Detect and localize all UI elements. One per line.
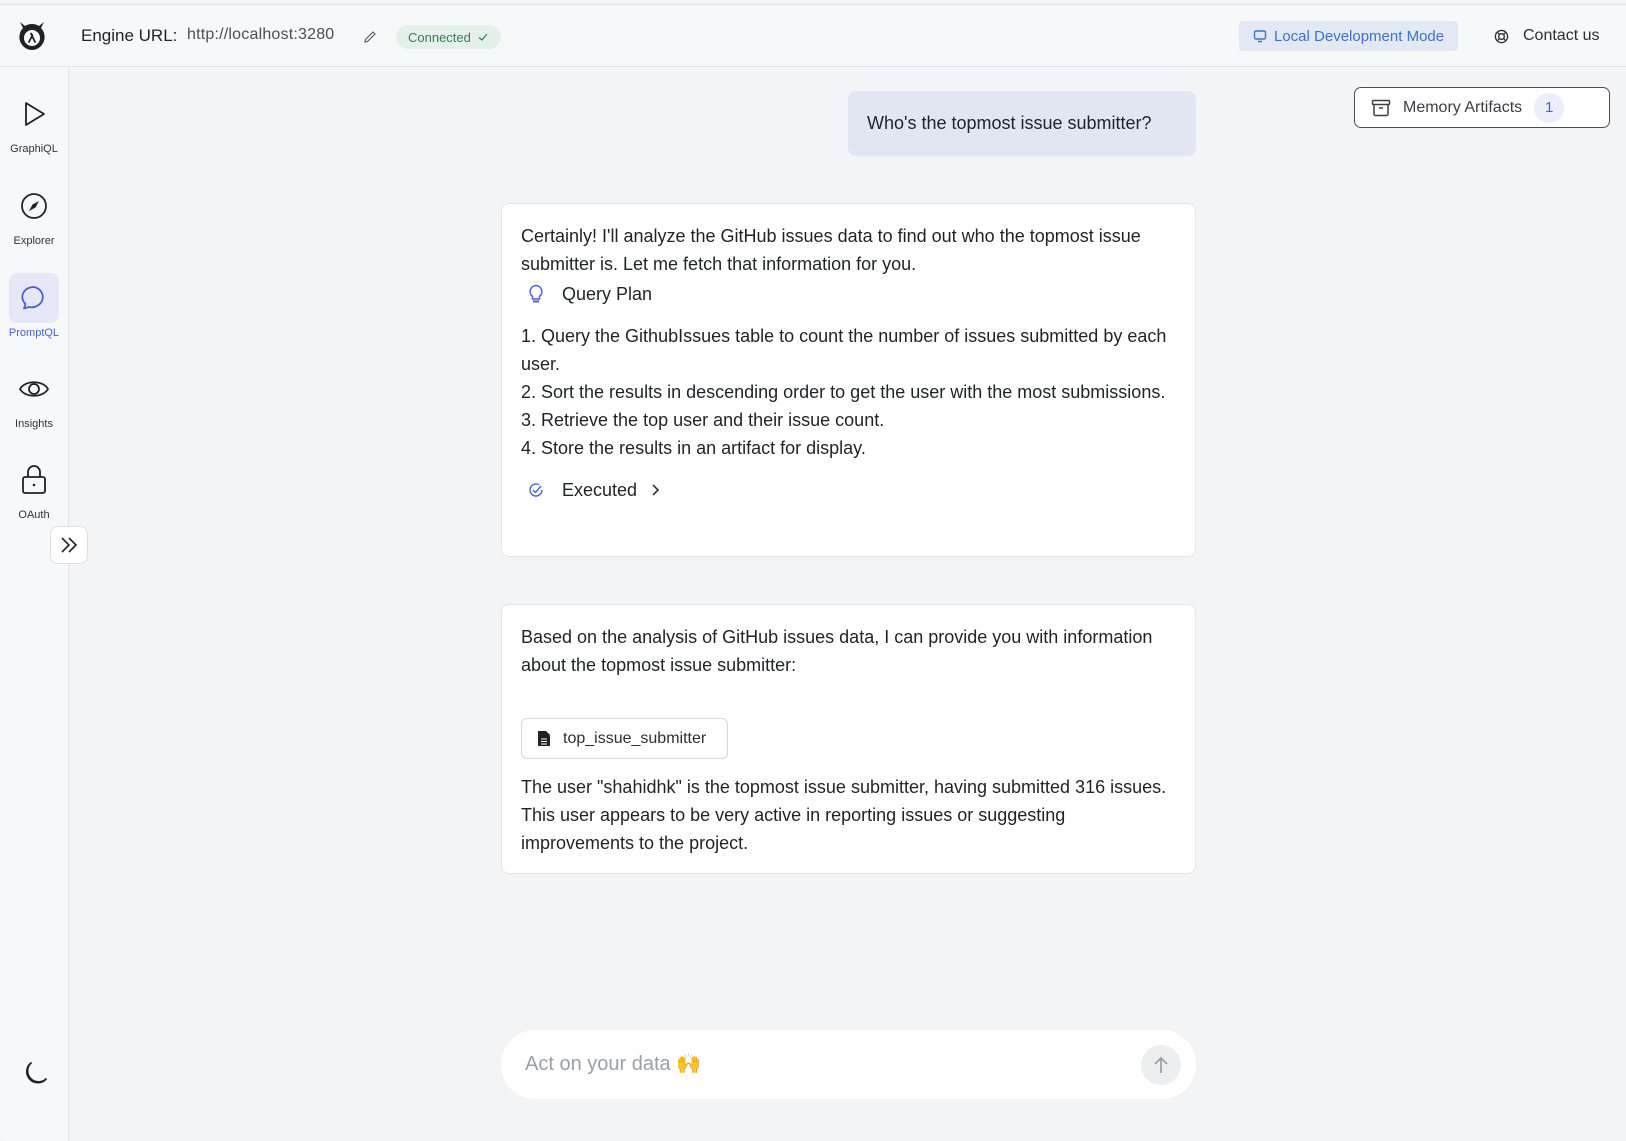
sidebar-item-graphiql[interactable]: GraphiQL (0, 89, 68, 155)
archive-icon (1371, 99, 1391, 116)
lock-icon (22, 465, 46, 494)
assistant-message-plan: Certainly! I'll analyze the GitHub issue… (501, 203, 1196, 557)
memory-artifacts-label: Memory Artifacts (1403, 98, 1523, 116)
connection-status-text: Connected (408, 29, 471, 45)
sidebar-item-label: GraphiQL (10, 143, 58, 155)
pencil-icon[interactable] (362, 29, 378, 45)
compass-icon (21, 193, 47, 219)
moon-icon[interactable] (19, 1057, 51, 1089)
executed-toggle[interactable]: Executed (528, 476, 1176, 504)
chevron-right-icon (652, 484, 660, 496)
sidebar-item-insights[interactable]: Insights (0, 364, 68, 430)
connection-status-badge: Connected (396, 25, 501, 49)
query-plan-header: Query Plan (528, 280, 1176, 308)
executed-label: Executed (562, 480, 638, 500)
app-window: Engine URL: http://localhost:3280 Connec… (0, 4, 1626, 1141)
sidebar-item-label: Insights (15, 418, 53, 430)
memory-artifacts-count-badge: 1 (1534, 92, 1565, 123)
check-icon (478, 33, 488, 41)
contact-us-link[interactable]: Contact us (1494, 21, 1599, 51)
sidebar-item-explorer[interactable]: Explorer (0, 181, 68, 247)
contact-us-label: Contact us (1523, 27, 1600, 44)
plan-step: 2. Sort the results in descending order … (521, 382, 1166, 402)
document-icon (538, 731, 550, 746)
assistant-message-result: Based on the analysis of GitHub issues d… (501, 604, 1196, 874)
sidebar-item-label: Explorer (13, 235, 55, 247)
sidebar-item-oauth[interactable]: OAuth (0, 455, 68, 521)
engine-url-label: Engine URL: (81, 26, 178, 45)
prompt-composer (501, 1030, 1196, 1099)
chevrons-right-icon (61, 537, 78, 553)
artifact-name: top_issue_submitter (563, 729, 707, 747)
engine-url-value: http://localhost:3280 (187, 26, 335, 43)
sidebar-item-label: OAuth (18, 509, 50, 521)
plan-step: 1. Query the GithubIssues table to count… (521, 326, 1167, 374)
user-message-text: Who's the topmost issue submitter? (867, 113, 1152, 133)
prompt-input[interactable] (525, 1053, 1125, 1076)
expand-sidebar-button[interactable] (50, 526, 88, 564)
arrow-up-icon (1154, 1056, 1168, 1073)
assistant-result-text: The user "shahidhk" is the topmost issue… (521, 777, 1167, 853)
plan-step: 3. Retrieve the top user and their issue… (521, 410, 885, 430)
sidebar-item-promptql[interactable]: PromptQL (0, 273, 68, 339)
local-development-mode-button[interactable]: Local Development Mode (1239, 21, 1459, 51)
top-bar: Engine URL: http://localhost:3280 Connec… (0, 5, 1626, 67)
artifact-chip[interactable]: top_issue_submitter (521, 718, 729, 759)
assistant-intro-text: Certainly! I'll analyze the GitHub issue… (521, 226, 1141, 274)
hasura-logo-icon[interactable] (14, 17, 50, 53)
lightbulb-icon (529, 284, 543, 303)
memory-artifacts-button[interactable]: Memory Artifacts 1 (1354, 87, 1610, 128)
lifebuoy-icon (1494, 29, 1509, 43)
check-circle-icon (529, 483, 543, 497)
chat-bubble-icon (21, 286, 44, 310)
sidebar-item-label: PromptQL (8, 327, 60, 339)
monitor-icon (1253, 30, 1267, 43)
sidebar: GraphiQL Explorer PromptQL Insights OAut… (0, 67, 69, 1141)
query-plan-steps: 1. Query the GithubIssues table to count… (521, 322, 1176, 462)
local-development-mode-label: Local Development Mode (1274, 27, 1445, 45)
plan-step: 4. Store the results in an artifact for … (521, 438, 866, 458)
send-button[interactable] (1141, 1045, 1181, 1085)
assistant-result-intro: Based on the analysis of GitHub issues d… (521, 627, 1153, 675)
eye-icon (18, 381, 50, 397)
user-message-bubble: Who's the topmost issue submitter? (848, 91, 1196, 156)
query-plan-label: Query Plan (562, 284, 653, 304)
play-icon (25, 102, 45, 126)
